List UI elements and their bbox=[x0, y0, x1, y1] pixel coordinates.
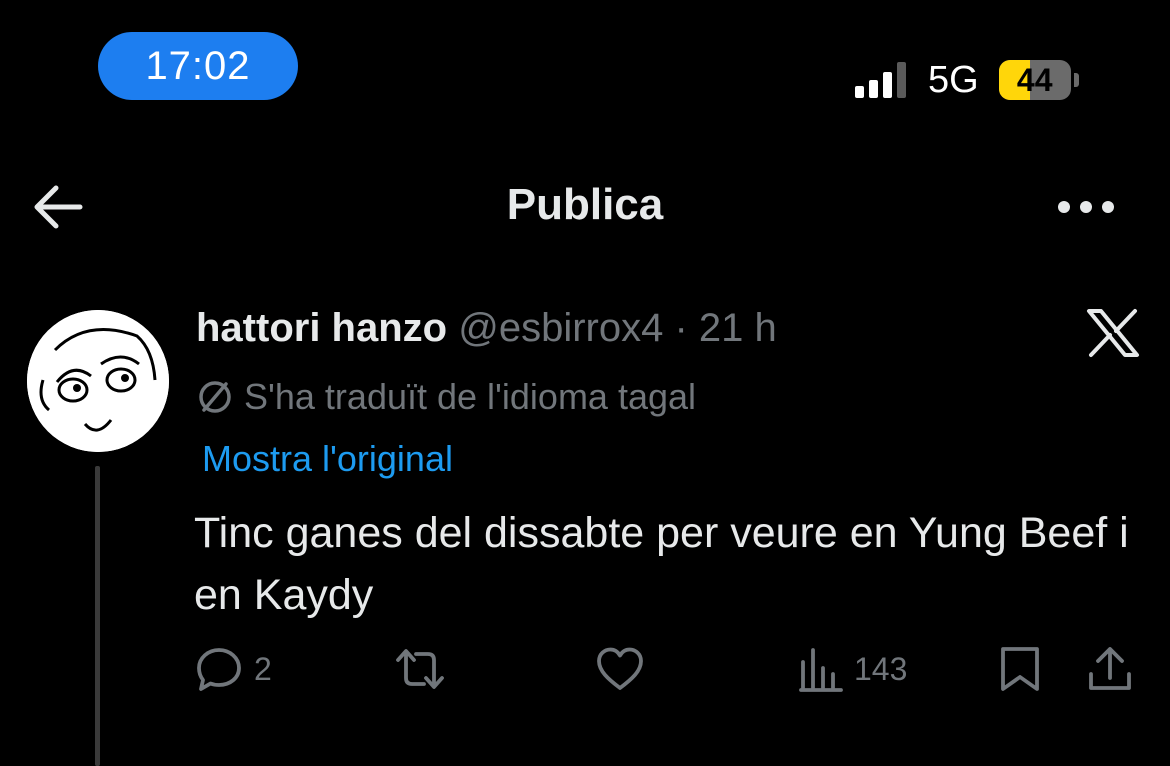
avatar[interactable] bbox=[27, 310, 169, 452]
translation-notice-text: S'ha traduït de l'idioma tagal bbox=[244, 376, 697, 417]
bookmark-button[interactable] bbox=[998, 644, 1042, 694]
show-original-link[interactable]: Mostra l'original bbox=[202, 438, 453, 480]
signal-strength-icon bbox=[855, 62, 906, 98]
share-icon bbox=[1089, 647, 1131, 690]
battery-icon: 44 bbox=[998, 60, 1071, 100]
views-chart-icon bbox=[799, 648, 843, 692]
header-separator: · bbox=[674, 306, 688, 350]
more-horizontal-icon[interactable] bbox=[1055, 190, 1117, 224]
bookmark-icon bbox=[1001, 647, 1039, 691]
author-display-name[interactable]: hattori hanzo bbox=[196, 306, 447, 350]
share-button[interactable] bbox=[1086, 644, 1134, 694]
reply-icon bbox=[197, 648, 241, 691]
battery-cap bbox=[1073, 73, 1079, 87]
network-type: 5G bbox=[928, 58, 979, 101]
status-time: 17:02 bbox=[98, 32, 298, 100]
author-handle[interactable]: @esbirrox4 bbox=[458, 306, 663, 350]
views-button[interactable]: 143 bbox=[798, 644, 907, 694]
translate-globe-icon bbox=[199, 381, 231, 413]
views-count: 143 bbox=[854, 650, 908, 687]
thread-line bbox=[95, 466, 100, 766]
rage-face-avatar-icon bbox=[27, 310, 169, 452]
like-button[interactable] bbox=[594, 644, 656, 694]
heart-icon bbox=[597, 647, 643, 690]
translation-notice: S'ha traduït de l'idioma tagal bbox=[196, 376, 696, 418]
reply-button[interactable]: 2 bbox=[194, 644, 272, 694]
retweet-icon bbox=[396, 649, 444, 689]
tweet-text: Tinc ganes del dissabte per veure en Yun… bbox=[194, 509, 1129, 619]
x-logo-icon bbox=[1087, 309, 1139, 357]
battery-level: 44 bbox=[1016, 61, 1053, 98]
tweet-age[interactable]: 21 h bbox=[699, 306, 777, 350]
retweet-button[interactable] bbox=[392, 644, 458, 694]
tweet-header: hattori hanzo @esbirrox4 · 21 h bbox=[196, 306, 777, 351]
status-indicators: 5G 44 bbox=[855, 52, 1079, 108]
page-title: Publica bbox=[506, 180, 664, 229]
reply-count: 2 bbox=[254, 650, 272, 687]
